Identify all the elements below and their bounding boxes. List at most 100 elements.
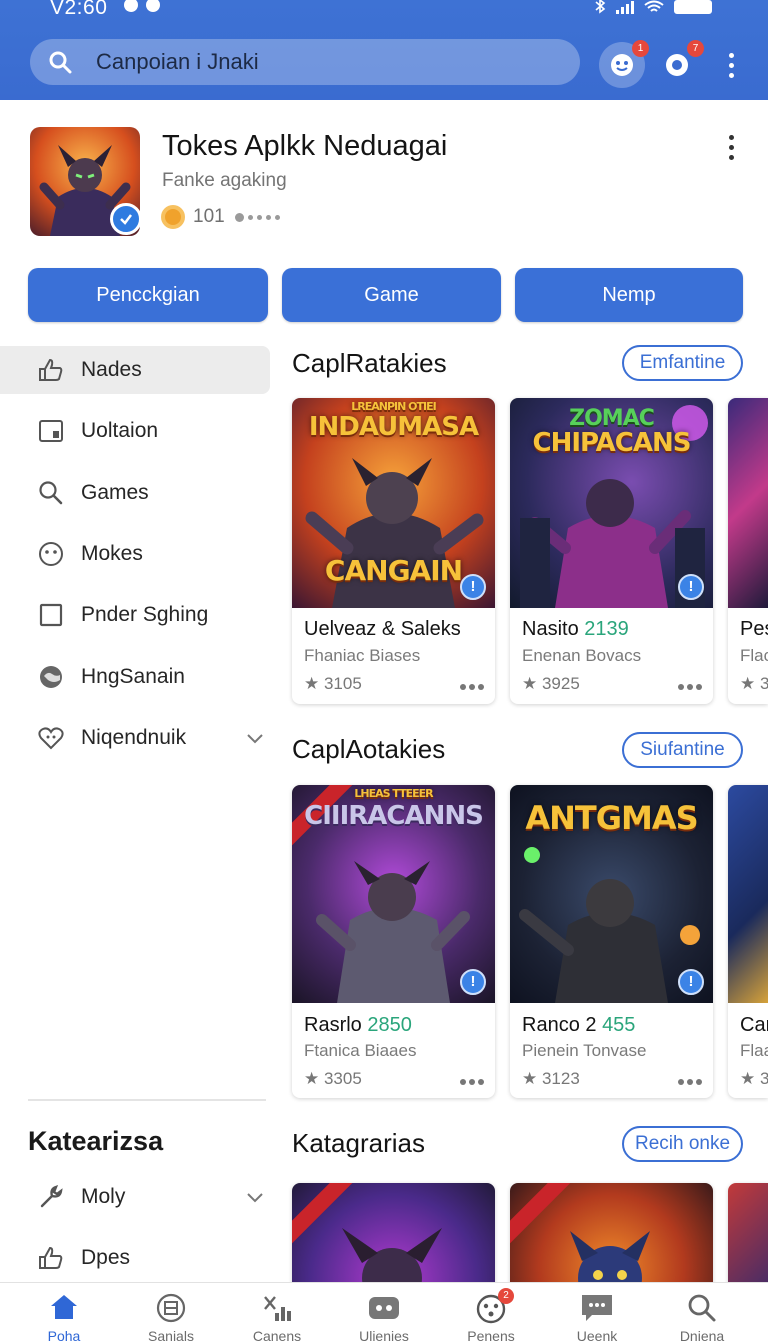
search-icon [688,1294,716,1322]
thumbs-up-icon [39,358,63,381]
art-top-text: LHEAS TTEEER [354,787,433,800]
nav-label: Sanials [148,1328,194,1344]
tab-pencakgian[interactable]: Pencсkgian [28,268,268,322]
search-bar[interactable]: Canpoian i Jnaki [30,39,580,85]
sidebar-item-label: Pnder Sghing [81,603,209,626]
nav-label: Poha [47,1328,81,1344]
game-card[interactable]: ZOMAC CHIPACANS ! Nasito 2139 Enenan Bov… [510,398,713,704]
wrench-icon [40,1185,63,1208]
sidebar-item-mokes[interactable]: Mokes [0,530,270,578]
nav-item-penens[interactable]: 2 Penens [436,1283,546,1344]
top-app-bar: V2:60 Canpoian i Jnaki 1 7 [0,0,768,100]
search-icon [49,51,72,74]
notifications-button[interactable]: 1 [599,40,649,88]
sidebar-item-pnder-sghing[interactable]: Pnder Sghing [0,591,270,639]
game-title: Rasrlo 2850 [304,1014,412,1036]
section-more-button[interactable]: Recih onke [622,1126,743,1162]
wifi-icon [644,0,664,12]
notification-badge: 1 [632,40,649,57]
game-card[interactable]: Pes Flac ★ 3 [728,398,768,704]
game-card[interactable]: LREANPIN OTIEI INDAUMASA CANGAIN ! Uelve… [292,398,495,704]
section-more-button[interactable]: Siufantine [622,732,743,768]
heart-icon [38,727,64,750]
section-more-button[interactable]: Emfantine [622,345,743,381]
section-title: Katagrarias [292,1128,425,1158]
app-count: 101 [193,206,225,227]
sidebar-item-hngsanain[interactable]: HngSanain [0,653,270,701]
nav-badge: 2 [498,1288,514,1304]
nav-label: Dniena [679,1328,725,1344]
chat-badge: 7 [687,40,704,57]
nav-label: Ulienies [359,1328,409,1344]
sidebar-item-uoltaion[interactable]: Uoltaion [0,407,270,455]
app-subtitle: Fanke agaking [162,170,287,191]
art-title: CIIIRACANNS [304,801,484,831]
section-title: CaplRatakies [292,348,447,378]
more-dots-icon[interactable] [678,1079,702,1085]
battery-icon [674,0,712,14]
more-dots-icon[interactable] [678,684,702,690]
game-rating: ★ 3 [740,1069,768,1088]
game-art: ANTGMAS ! [510,785,713,1003]
nav-label: Penens [467,1328,515,1344]
game-title: Pes [740,618,768,640]
info-icon[interactable]: ! [678,969,704,995]
sidebar-item-dpes[interactable]: Dpes [0,1234,270,1282]
game-art: ZOMAC CHIPACANS ! [510,398,713,608]
home-icon [51,1295,77,1319]
sidebar-heading: Katearizsa [28,1126,164,1156]
section-title: CaplAotakies [292,734,446,764]
bottom-navigation: Poha Sanials Canens Ulienies 2 Penens Ue… [0,1282,768,1344]
chat-icon [666,54,688,76]
sidebar-item-label: Games [81,481,149,504]
nav-item-poha[interactable]: Poha [9,1283,119,1344]
game-art: LHEAS TTEEER CIIIRACANNS ! [292,785,495,1003]
game-title: Car [740,1014,768,1036]
more-dots-icon[interactable] [460,1079,484,1085]
sidebar-divider [28,1099,266,1101]
nav-item-dniena[interactable]: Dniena [647,1283,757,1344]
tablet-icon [39,420,63,442]
chat-button[interactable]: 7 [654,40,704,88]
tab-game[interactable]: Game [282,268,501,322]
gamepad-icon [369,1297,399,1319]
info-icon[interactable]: ! [678,574,704,600]
more-dots-icon[interactable] [460,684,484,690]
game-card[interactable]: ANTGMAS ! Ranco 2 455 Pienein Tonvase ★ … [510,785,713,1098]
tab-nemp[interactable]: Nemp [515,268,743,322]
grid-circle-icon [156,1293,186,1323]
bluetooth-icon [595,0,606,14]
chevron-down-icon [247,1193,263,1203]
nav-item-ulienies[interactable]: Ulienies [329,1283,439,1344]
nav-item-sanials[interactable]: Sanials [116,1283,226,1344]
overflow-menu-button[interactable] [729,53,734,78]
smiley-icon [611,54,633,76]
sidebar-item-label: Mokes [81,542,143,565]
nav-item-ueenk[interactable]: Ueenk [542,1283,652,1344]
game-card[interactable]: Car Flaa ★ 3 [728,785,768,1098]
info-icon[interactable]: ! [460,969,486,995]
app-menu-button[interactable] [729,135,734,160]
search-icon [39,481,63,505]
sidebar-item-label: Dpes [81,1246,131,1269]
sidebar-item-moly[interactable]: Moly [0,1173,270,1221]
search-input[interactable]: Canpoian i Jnaki [96,49,259,75]
nav-label: Canens [252,1328,302,1344]
sidebar-item-niqendnuik[interactable]: Niqendnuik [0,714,270,762]
sidebar-item-label: Niqendnuik [81,726,187,749]
rating-dots-icon [235,213,280,222]
sidebar-item-games[interactable]: Games [0,469,270,517]
game-art: LREANPIN OTIEI INDAUMASA CANGAIN ! [292,398,495,608]
sidebar-item-nades[interactable]: Nades [0,346,270,394]
status-time: V2:60 [50,0,108,19]
sidebar-item-label: Nades [81,358,142,381]
game-subtitle: Ftanica Biaaes [304,1041,417,1060]
game-subtitle: Flac [740,646,768,665]
signal-icon [616,0,634,14]
art-title: CHIPACANS [532,428,692,458]
game-title: Ranco 2 455 [522,1014,636,1036]
info-icon[interactable]: ! [460,574,486,600]
nav-item-canens[interactable]: Canens [222,1283,332,1344]
game-card[interactable]: LHEAS TTEEER CIIIRACANNS ! Rasrlo 2850 F… [292,785,495,1098]
coin-icon [161,205,185,229]
